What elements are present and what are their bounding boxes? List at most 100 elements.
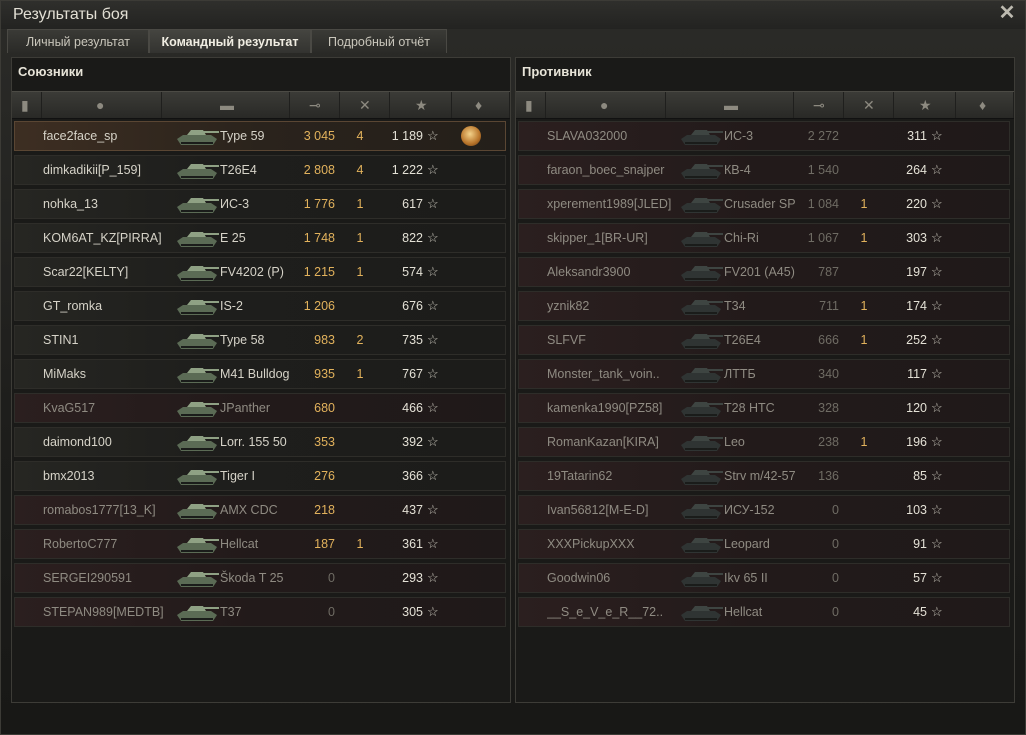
header-kills[interactable]: ✕ xyxy=(844,92,894,118)
player-row[interactable]: Aleksandr3900 FV201 (A45) 787 197 ☆ xyxy=(518,257,1010,287)
player-row[interactable]: SERGEI290591 Škoda T 25 0 293 ☆ xyxy=(14,563,506,593)
damage-value: 0 xyxy=(832,605,839,619)
player-row[interactable]: xperement1989[JLED] Crusader SP 1 084 1 220 ☆ xyxy=(518,189,1010,219)
player-name: xperement1989[JLED] xyxy=(547,197,672,211)
header-kills[interactable]: ✕ xyxy=(340,92,390,118)
player-row[interactable]: bmx2013 Tiger I 276 366 ☆ xyxy=(14,461,506,491)
xp-star-icon: ☆ xyxy=(931,332,943,347)
vehicle-icon xyxy=(677,498,725,522)
player-row[interactable]: RobertoC777 Hellcat 187 1 361 ☆ xyxy=(14,529,506,559)
player-row[interactable]: Scar22[KELTY] FV4202 (P) 1 215 1 574 ☆ xyxy=(14,257,506,287)
player-row[interactable]: RomanKazan[KIRA] Leo 238 1 196 ☆ xyxy=(518,427,1010,457)
player-row[interactable]: Monster_tank_voin.. ЛТТБ 340 117 ☆ xyxy=(518,359,1010,389)
damage-value: 0 xyxy=(832,537,839,551)
player-row[interactable]: Ivan56812[M-E-D] ИСУ-152 0 103 ☆ xyxy=(518,495,1010,525)
header-squad[interactable]: ▮ xyxy=(516,92,546,118)
vehicle-icon xyxy=(173,362,221,386)
player-row[interactable]: __S_e_V_e_R__72.. Hellcat 0 45 ☆ xyxy=(518,597,1010,627)
player-row[interactable]: KOM6AT_KZ[PIRRA] E 25 1 748 1 822 ☆ xyxy=(14,223,506,253)
player-row[interactable]: XXXPickupXXX Leopard 0 91 ☆ xyxy=(518,529,1010,559)
player-row[interactable]: KvaG517 JPanther 680 466 ☆ xyxy=(14,393,506,423)
kills-icon: ✕ xyxy=(863,97,875,113)
header-damage[interactable]: ⊸ xyxy=(290,92,340,118)
header-xp-star[interactable]: ★ xyxy=(390,92,452,118)
allies-title: Союзники xyxy=(18,64,84,79)
medal-icon[interactable] xyxy=(461,126,481,146)
player-row[interactable]: MiMaks M41 Bulldog 935 1 767 ☆ xyxy=(14,359,506,389)
player-row[interactable]: daimond100 Lorr. 155 50 353 392 ☆ xyxy=(14,427,506,457)
player-name: Scar22[KELTY] xyxy=(43,265,129,279)
xp-value: 617 xyxy=(402,197,423,211)
player-name: faraon_boec_snajper xyxy=(547,163,665,177)
kills-value: 1 xyxy=(356,537,364,551)
vehicle-icon xyxy=(173,158,221,182)
kills-value xyxy=(849,156,879,184)
kills-value: 1 xyxy=(356,231,364,245)
enemies-panel: Противник ▮ ● ▬ ⊸ ✕ ★ ♦ SLAVA032000 ИС-3 2 272 311… xyxy=(515,57,1015,703)
player-row[interactable]: faraon_boec_snajper КВ-4 1 540 264 ☆ xyxy=(518,155,1010,185)
vehicle-icon xyxy=(173,566,221,590)
xp-value: 574 xyxy=(402,265,423,279)
kills-value xyxy=(849,122,879,150)
player-row[interactable]: skipper_1[BR-UR] Chi-Ri 1 067 1 303 ☆ xyxy=(518,223,1010,253)
xp-star-icon: ☆ xyxy=(427,366,439,381)
player-name: romabos1777[13_K] xyxy=(43,503,156,517)
player-name: XXXPickupXXX xyxy=(547,537,635,551)
header-player[interactable]: ● xyxy=(546,92,666,118)
tab-personal[interactable]: Личный результат xyxy=(7,29,149,53)
player-row[interactable]: GT_romka IS-2 1 206 676 ☆ xyxy=(14,291,506,321)
damage-value: 187 xyxy=(314,537,335,551)
header-squad[interactable]: ▮ xyxy=(12,92,42,118)
header-tank[interactable]: ▬ xyxy=(666,92,794,118)
player-row[interactable]: STIN1 Type 58 983 2 735 ☆ xyxy=(14,325,506,355)
header-player[interactable]: ● xyxy=(42,92,162,118)
damage-value: 711 xyxy=(819,299,839,313)
xp-star-icon: ☆ xyxy=(931,298,943,313)
player-row[interactable]: yznik82 T34 711 1 174 ☆ xyxy=(518,291,1010,321)
vehicle-icon xyxy=(173,124,221,148)
vehicle-icon xyxy=(173,464,221,488)
xp-star-icon: ☆ xyxy=(931,502,943,517)
kills-value xyxy=(849,462,879,490)
player-row[interactable]: STEPAN989[MEDTB] T37 0 305 ☆ xyxy=(14,597,506,627)
close-icon[interactable]: ✕ xyxy=(997,3,1017,23)
damage-icon: ⊸ xyxy=(309,97,321,113)
player-row[interactable]: nohka_13 ИС-3 1 776 1 617 ☆ xyxy=(14,189,506,219)
xp-star-icon: ☆ xyxy=(931,400,943,415)
kills-value: 2 xyxy=(356,333,364,347)
damage-value: 340 xyxy=(818,367,839,381)
player-row[interactable]: 19Tatarin62 Strv m/42-57 136 85 ☆ xyxy=(518,461,1010,491)
player-row[interactable]: romabos1777[13_K] AMX CDC 218 437 ☆ xyxy=(14,495,506,525)
kills-value xyxy=(345,598,375,626)
tab-team[interactable]: Командный результат xyxy=(149,29,311,53)
damage-icon: ⊸ xyxy=(813,97,825,113)
player-row[interactable]: SLAVA032000 ИС-3 2 272 311 ☆ xyxy=(518,121,1010,151)
header-medal[interactable]: ♦ xyxy=(956,92,1014,118)
player-name: 19Tatarin62 xyxy=(547,469,613,483)
kills-value xyxy=(849,496,879,524)
vehicle-icon xyxy=(173,328,221,352)
kills-value: 1 xyxy=(860,231,868,245)
header-damage[interactable]: ⊸ xyxy=(794,92,844,118)
xp-star-icon: ☆ xyxy=(427,230,439,245)
kills-value xyxy=(849,530,879,558)
player-row[interactable]: Goodwin06 Ikv 65 II 0 57 ☆ xyxy=(518,563,1010,593)
xp-star-icon: ☆ xyxy=(931,264,943,279)
header-xp-star[interactable]: ★ xyxy=(894,92,956,118)
damage-value: 238 xyxy=(818,435,839,449)
player-name: kamenka1990[PZ58] xyxy=(547,401,663,415)
player-row[interactable]: kamenka1990[PZ58] T28 HTC 328 120 ☆ xyxy=(518,393,1010,423)
player-row[interactable]: dimkadikii[P_159] T26E4 2 808 4 1 222 ☆ xyxy=(14,155,506,185)
vehicle-icon xyxy=(677,260,725,284)
player-name: face2face_sp xyxy=(43,129,118,143)
xp-star-icon: ☆ xyxy=(931,162,943,177)
vehicle-icon xyxy=(677,566,725,590)
xp-value: 174 xyxy=(906,299,927,313)
header-tank[interactable]: ▬ xyxy=(162,92,290,118)
xp-star-icon: ☆ xyxy=(427,298,439,313)
tab-detailed[interactable]: Подробный отчёт xyxy=(311,29,447,53)
player-row[interactable]: SLFVF T26E4 666 1 252 ☆ xyxy=(518,325,1010,355)
header-medal[interactable]: ♦ xyxy=(452,92,510,118)
xp-value: 57 xyxy=(913,571,927,585)
player-row[interactable]: face2face_sp Type 59 3 045 4 1 189 ☆ xyxy=(14,121,506,151)
